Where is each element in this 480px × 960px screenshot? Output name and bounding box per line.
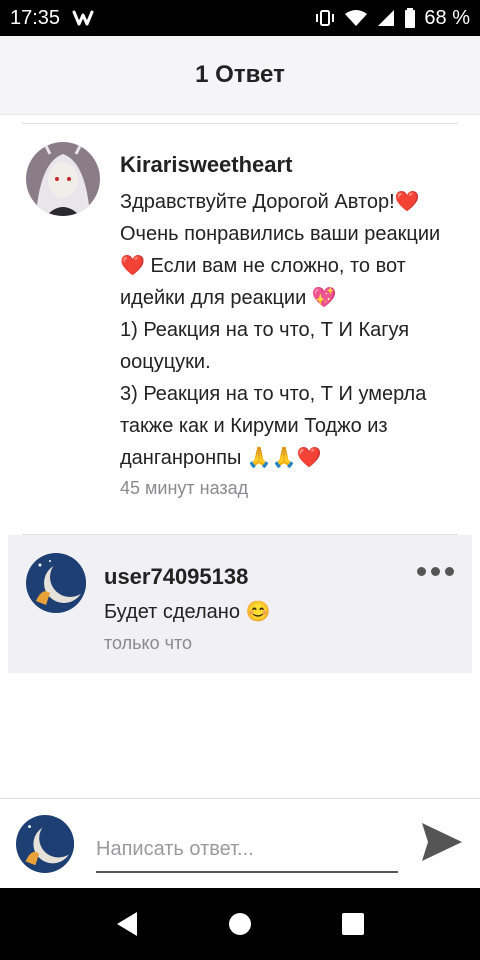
back-icon[interactable] <box>97 894 157 954</box>
reply-composer <box>0 798 480 889</box>
status-time: 17:35 <box>10 6 61 29</box>
avatar[interactable] <box>26 142 100 216</box>
more-options-icon[interactable] <box>417 567 454 576</box>
status-bar: 17:35 68 % <box>0 0 480 36</box>
comment-timestamp: 45 минут назад <box>120 478 249 498</box>
page-title: 1 Ответ <box>195 61 285 88</box>
vibrate-icon <box>314 9 336 27</box>
comment: Kirarisweetheart Здравствуйте Дорогой Ав… <box>0 124 480 534</box>
reply-timestamp: только что <box>104 633 193 653</box>
battery-percent: 68 % <box>424 6 470 29</box>
reply-text: Будет сделано 😊 <box>104 601 271 623</box>
wifi-icon <box>344 9 368 27</box>
avatar[interactable] <box>26 553 86 613</box>
comment-author[interactable]: Kirarisweetheart <box>120 152 292 178</box>
home-icon[interactable] <box>210 894 270 954</box>
send-icon[interactable] <box>420 821 464 863</box>
reply: user74095138 Будет сделано 😊 только что <box>8 535 472 673</box>
page-header: 1 Ответ <box>0 36 480 115</box>
wattpad-w-icon <box>72 9 98 27</box>
signal-icon <box>376 9 396 27</box>
system-nav-bar <box>0 888 480 960</box>
reply-author[interactable]: user74095138 <box>104 564 248 590</box>
recents-icon[interactable] <box>323 894 383 954</box>
avatar <box>16 815 74 873</box>
reply-input[interactable] <box>96 827 398 873</box>
battery-icon <box>404 8 416 28</box>
comment-text: Здравствуйте Дорогой Автор!❤️ Очень понр… <box>120 191 441 469</box>
